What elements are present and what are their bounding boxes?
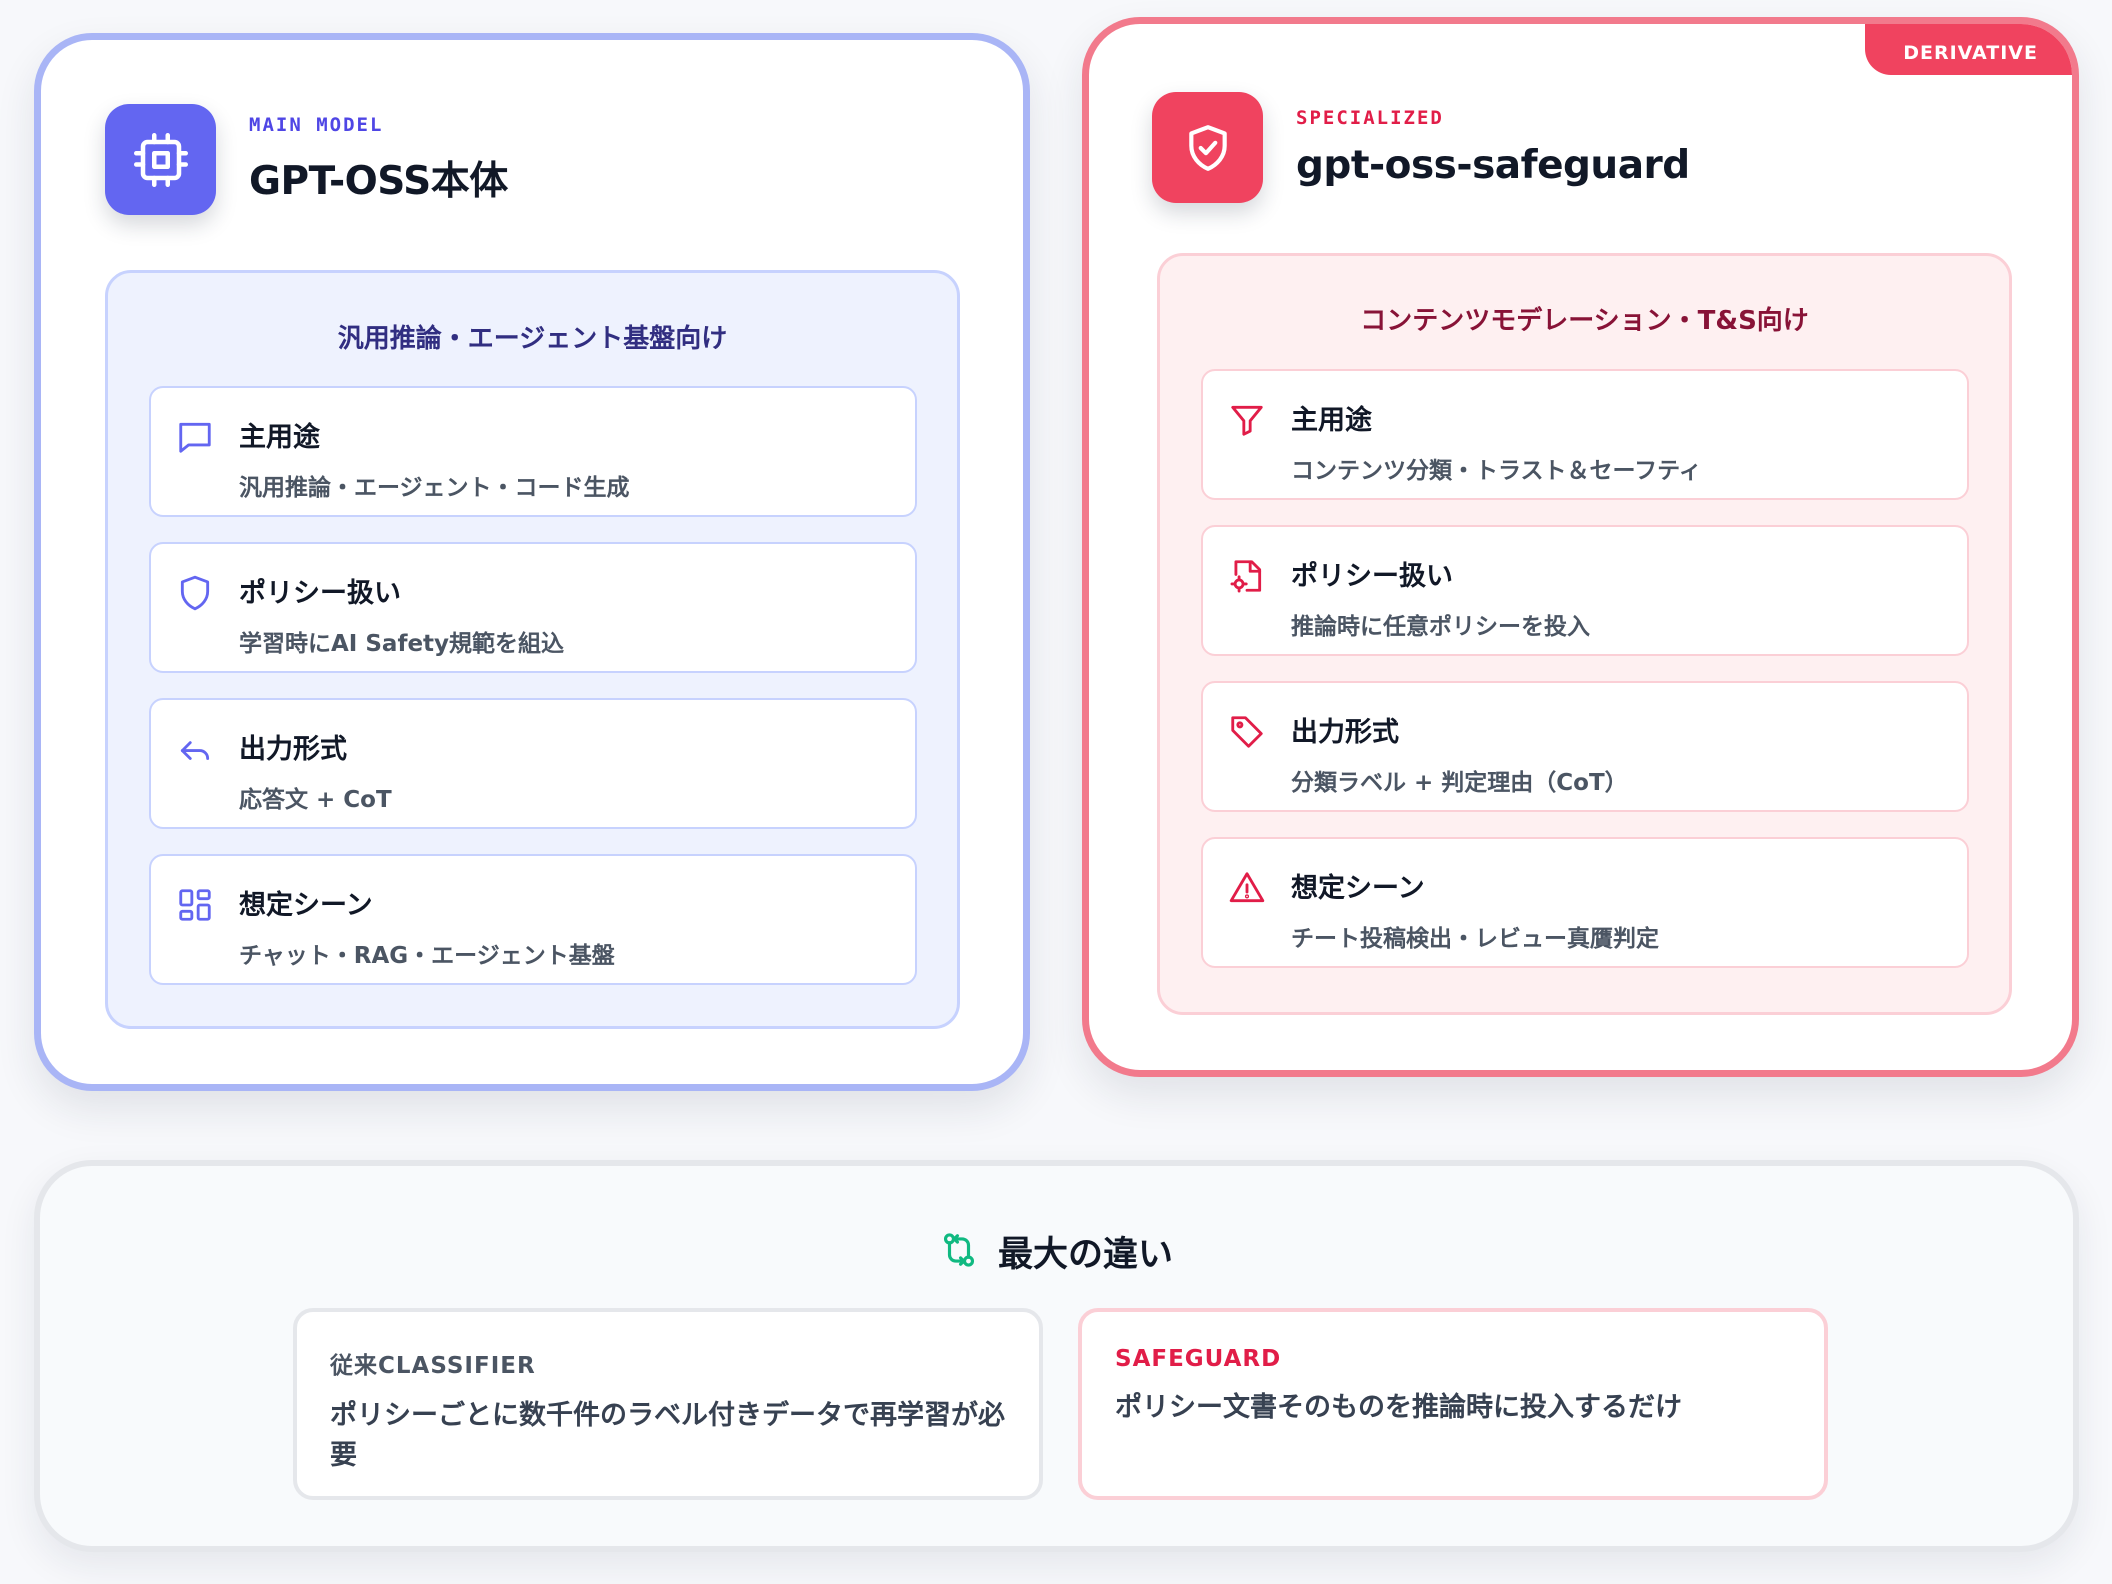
warning-icon [1227,868,1267,908]
main-model-panel: 汎用推論・エージェント基盤向け 主用途 汎用推論・エージェント・コード生成 ポリ… [105,270,960,1029]
item-label: 主用途 [239,422,320,453]
main-item-scene: 想定シーン チャット・RAG・エージェント基盤 [149,854,917,985]
item-value: 学習時にAI Safety規範を組込 [239,631,565,657]
main-model-tag: MAIN MODEL [249,113,384,136]
main-model-header: MAIN MODEL GPT-OSS本体 [105,104,508,215]
page: MAIN MODEL GPT-OSS本体 汎用推論・エージェント基盤向け 主用途… [0,0,2112,1584]
safeguard-header: SPECIALIZED gpt-oss-safeguard [1152,92,1690,203]
difference-title: 最大の違い [997,1235,1173,1275]
safeguard-card: DERIVATIVE SPECIALIZED gpt-oss-safeguard… [1082,17,2079,1077]
item-label: 出力形式 [1291,717,1399,748]
cpu-icon [105,104,216,215]
item-label: 主用途 [1291,405,1372,436]
item-value: チャット・RAG・エージェント基盤 [239,943,615,969]
safeguard-compare-text: ポリシー文書そのものを推論時に投入するだけ [1115,1392,1682,1423]
safeguard-panel: コンテンツモデレーション・T&S向け 主用途 コンテンツ分類・トラスト＆セーフテ… [1157,253,2012,1015]
item-value: 汎用推論・エージェント・コード生成 [239,475,630,501]
safeguard-title: gpt-oss-safeguard [1296,143,1690,188]
shield-icon [175,573,215,613]
shield-check-icon [1152,92,1263,203]
git-compare-icon [940,1231,978,1273]
chat-icon [175,417,215,457]
item-label: 想定シーン [239,890,373,921]
item-value: コンテンツ分類・トラスト＆セーフティ [1291,458,1702,484]
safe-item-policy: ポリシー扱い 推論時に任意ポリシーを投入 [1201,525,1969,656]
item-label: ポリシー扱い [1291,561,1453,592]
grid-icon [175,885,215,925]
main-model-card: MAIN MODEL GPT-OSS本体 汎用推論・エージェント基盤向け 主用途… [34,33,1030,1091]
safe-item-usage: 主用途 コンテンツ分類・トラスト＆セーフティ [1201,369,1969,500]
derivative-badge: DERIVATIVE [1865,24,2072,75]
main-model-title: GPT-OSS本体 [249,158,508,204]
classifier-text: ポリシーごとに数千件のラベル付きデータで再学習が必要 [330,1400,1005,1471]
safe-item-output: 出力形式 分類ラベル + 判定理由（CoT） [1201,681,1969,812]
safeguard-tag: SPECIALIZED [1296,107,1444,129]
filter-icon [1227,400,1267,440]
safeguard-compare-tag: SAFEGUARD [1115,1346,1282,1372]
difference-header: 最大の違い [40,1226,2073,1277]
main-item-usage: 主用途 汎用推論・エージェント・コード生成 [149,386,917,517]
safeguard-panel-title: コンテンツモデレーション・T&S向け [1360,306,1809,336]
difference-section: 最大の違い 従来CLASSIFIER ポリシーごとに数千件のラベル付きデータで再… [34,1160,2079,1552]
item-value: 推論時に任意ポリシーを投入 [1291,614,1590,640]
safeguard-compare-box: SAFEGUARD ポリシー文書そのものを推論時に投入するだけ [1078,1308,1828,1500]
tag-icon [1227,712,1267,752]
item-label: 出力形式 [239,734,347,765]
item-value: 応答文 + CoT [239,787,392,813]
main-item-policy: ポリシー扱い 学習時にAI Safety規範を組込 [149,542,917,673]
item-value: 分類ラベル + 判定理由（CoT） [1291,770,1628,796]
classifier-tag: 従来CLASSIFIER [330,1353,536,1379]
classifier-compare-box: 従来CLASSIFIER ポリシーごとに数千件のラベル付きデータで再学習が必要 [293,1308,1043,1500]
item-label: 想定シーン [1291,873,1425,904]
item-value: チート投稿検出・レビュー真贋判定 [1291,926,1659,952]
safe-item-scene: 想定シーン チート投稿検出・レビュー真贋判定 [1201,837,1969,968]
item-label: ポリシー扱い [239,578,401,609]
reply-arrow-icon [175,729,215,769]
main-panel-title: 汎用推論・エージェント基盤向け [337,324,728,354]
file-gear-icon [1227,556,1267,596]
main-item-output: 出力形式 応答文 + CoT [149,698,917,829]
